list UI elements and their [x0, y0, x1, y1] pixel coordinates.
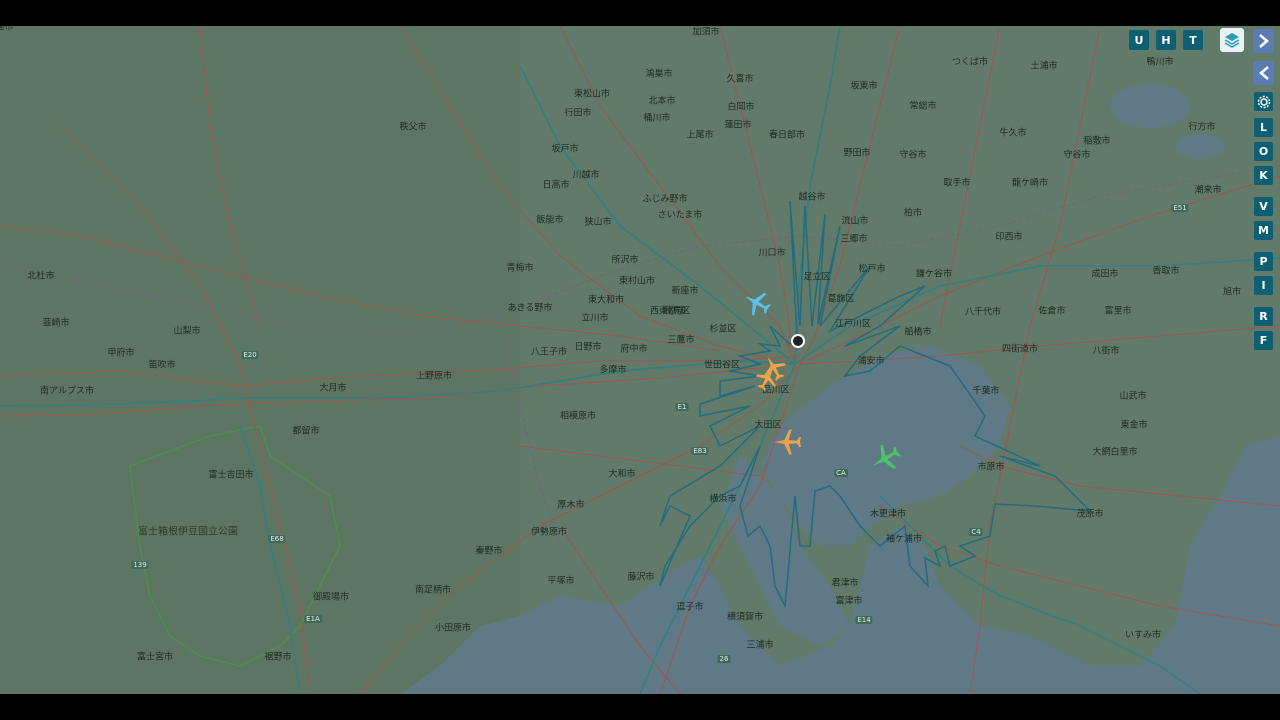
aircraft-green[interactable]	[870, 442, 902, 474]
aircraft-orange-2[interactable]	[754, 366, 780, 392]
park-label: 富士箱根伊豆国立公園	[138, 526, 238, 538]
lake-kasumigaura	[1110, 84, 1190, 128]
station-marker-icon[interactable]	[791, 334, 805, 348]
highway-shield: CA	[834, 469, 848, 477]
map-view[interactable]: 加須市 つくば市 土浦市 鴻巣市 久喜市 坂東市 東松山市 北本市 白岡市 常総市 守谷市 行田市 桶川…	[0, 26, 1280, 694]
aircraft-blue[interactable]	[742, 288, 772, 318]
p-button[interactable]: P	[1254, 252, 1273, 271]
highway-shield: C4	[969, 528, 983, 536]
t-button[interactable]: T	[1183, 30, 1203, 50]
highway-shield: E83	[691, 447, 709, 455]
highway-shield: E1	[675, 403, 689, 411]
layers-icon[interactable]	[1220, 28, 1244, 52]
o-button[interactable]: O	[1254, 142, 1273, 161]
chevron-left-icon[interactable]	[1253, 61, 1274, 85]
h-button[interactable]: H	[1156, 30, 1176, 50]
r-button[interactable]: R	[1254, 307, 1273, 326]
u-button[interactable]: U	[1129, 30, 1149, 50]
highway-shield: E68	[268, 535, 286, 543]
i-button[interactable]: I	[1254, 276, 1273, 295]
highway-shield: 26	[717, 655, 731, 663]
highway-shield: E14	[855, 616, 873, 624]
m-button[interactable]: M	[1254, 221, 1273, 240]
chevron-right-icon[interactable]	[1253, 29, 1274, 53]
highway-shield: E1A	[304, 615, 322, 623]
highway-shield: E51	[1171, 204, 1189, 212]
map-canvas[interactable]	[0, 26, 1280, 694]
k-button[interactable]: K	[1254, 166, 1273, 185]
v-button[interactable]: V	[1254, 197, 1273, 216]
gear-icon[interactable]	[1254, 92, 1273, 111]
highway-shield: E20	[241, 351, 259, 359]
highway-shield: 139	[131, 561, 149, 569]
l-button[interactable]: L	[1254, 118, 1273, 137]
aircraft-orange-3[interactable]	[773, 427, 803, 457]
f-button[interactable]: F	[1254, 331, 1273, 350]
